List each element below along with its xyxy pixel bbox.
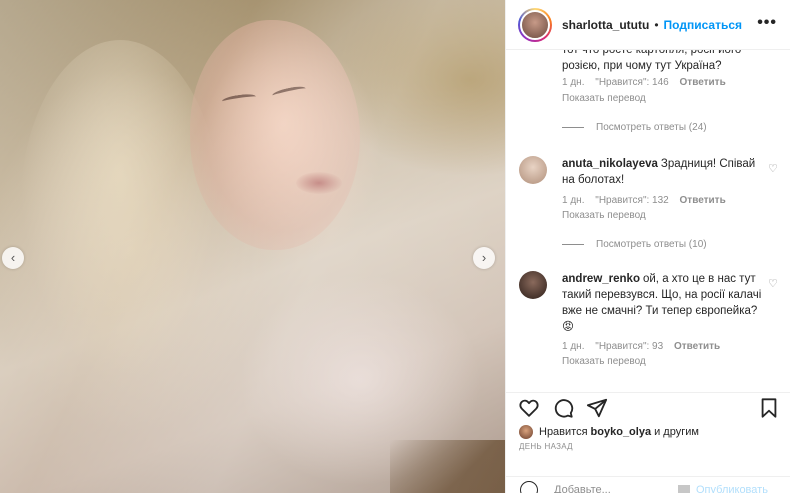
translate-link[interactable]: Показать перевод: [562, 93, 646, 104]
more-options-icon[interactable]: •••: [757, 14, 777, 32]
liker-username[interactable]: boyko_olya: [591, 426, 652, 438]
author-username[interactable]: sharlotta_ututu: [562, 18, 649, 32]
comment-icon[interactable]: [552, 397, 574, 419]
comment-meta: 1 дн. "Нравится": 93 Ответить: [562, 341, 728, 352]
commenter-avatar[interactable]: [519, 271, 547, 299]
action-bar: [506, 392, 790, 422]
commenter-avatar[interactable]: [519, 156, 547, 184]
post-header: sharlotta_ututu • Подписаться •••: [506, 0, 790, 50]
commenter-username[interactable]: andrew_renko: [562, 273, 640, 285]
photo-veil: [0, 0, 505, 493]
comment-meta: 1 дн. "Нравится": 132 Ответить: [562, 195, 734, 206]
heart-icon[interactable]: [518, 397, 540, 419]
bookmark-icon[interactable]: [758, 397, 780, 419]
commenter-username[interactable]: anuta_nikolayeva: [562, 158, 658, 170]
publish-label: Опубликовать: [696, 484, 768, 493]
comment-time: 1 дн.: [562, 77, 585, 88]
comment-likes[interactable]: "Нравится": 146: [595, 77, 668, 88]
reply-button[interactable]: Ответить: [674, 341, 720, 352]
translate-link[interactable]: Показать перевод: [562, 210, 646, 221]
comment-text: andrew_renko ой, а хто це в нас тут такий…: [562, 271, 762, 335]
comments-list[interactable]: тот что росте картопля, росії його розіє…: [506, 50, 790, 390]
view-replies-link[interactable]: Посмотреть ответы (10): [562, 239, 707, 250]
next-photo-button[interactable]: ›: [473, 247, 495, 269]
reply-button[interactable]: Ответить: [680, 77, 726, 88]
publish-button[interactable]: Опубликовать: [678, 484, 768, 493]
follow-button[interactable]: Подписаться: [664, 18, 742, 32]
comment-time: 1 дн.: [562, 195, 585, 206]
likes-others[interactable]: и другим: [654, 426, 699, 438]
comment-text: тот что росте картопля, росії його розіє…: [562, 50, 742, 72]
reply-button[interactable]: Ответить: [680, 195, 726, 206]
share-icon[interactable]: [586, 397, 608, 419]
author-avatar[interactable]: [518, 7, 552, 42]
likes-line: Нравится boyko_olya и другим: [519, 425, 699, 439]
post-photo[interactable]: ‹ ›: [0, 0, 505, 493]
comment-time: 1 дн.: [562, 341, 585, 352]
view-replies-label: Посмотреть ответы (24): [596, 122, 707, 133]
post-side-panel: sharlotta_ututu • Подписаться ••• тот чт…: [505, 0, 790, 493]
translate-link[interactable]: Показать перевод: [562, 356, 646, 367]
prev-photo-button[interactable]: ‹: [2, 247, 24, 269]
liker-avatar[interactable]: [519, 425, 533, 439]
comment-likes[interactable]: "Нравится": 93: [595, 341, 663, 352]
comment-text: anuta_nikolayeva Зрадниця! Співай на боло…: [562, 156, 762, 188]
comment-meta: 1 дн. "Нравится": 146 Ответить: [562, 77, 734, 88]
comment-input[interactable]: Добавьте...: [554, 484, 611, 493]
comment-likes[interactable]: "Нравится": 132: [595, 195, 668, 206]
header-separator: •: [654, 17, 659, 32]
add-comment-bar: Добавьте... Опубликовать: [506, 476, 790, 493]
view-replies-label: Посмотреть ответы (10): [596, 239, 707, 250]
post-timestamp: ДЕНЬ НАЗАД: [519, 442, 573, 451]
comment-like-icon[interactable]: ♡: [768, 277, 778, 290]
comment-like-icon[interactable]: ♡: [768, 162, 778, 175]
likes-prefix: Нравится: [539, 426, 588, 438]
emoji-icon[interactable]: [520, 481, 538, 493]
view-replies-link[interactable]: Посмотреть ответы (24): [562, 122, 707, 133]
